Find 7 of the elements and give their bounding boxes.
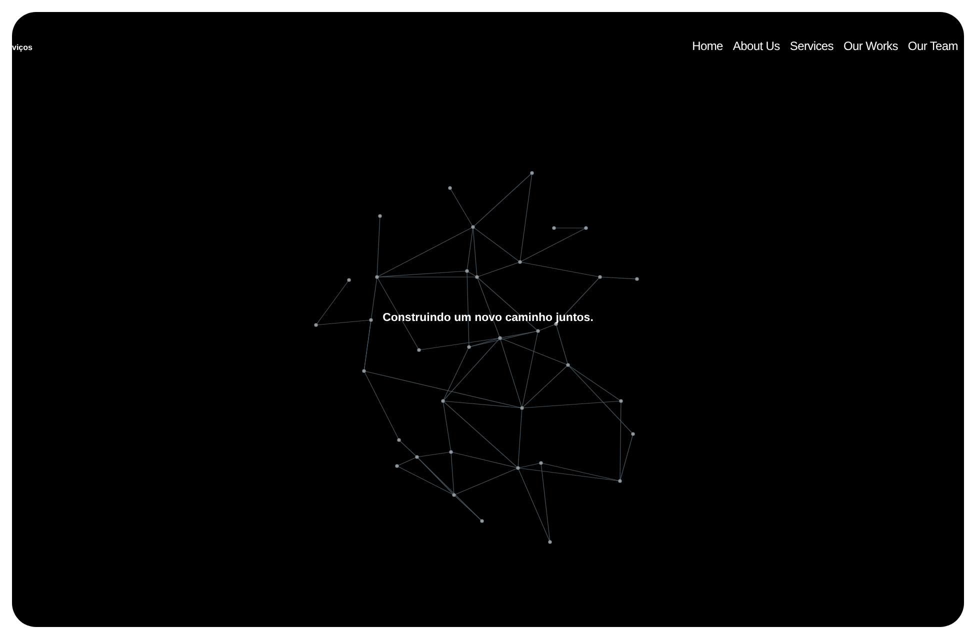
- nav-link[interactable]: Home: [692, 38, 723, 54]
- nav-link[interactable]: About Us: [732, 38, 780, 54]
- brand-name: viços: [12, 42, 32, 54]
- hero-title: Construindo um novo caminho juntos.: [382, 312, 594, 324]
- nav-link[interactable]: Our Team: [908, 38, 958, 54]
- nav-link[interactable]: Our Works: [844, 38, 898, 54]
- nav-link[interactable]: Services: [790, 38, 834, 54]
